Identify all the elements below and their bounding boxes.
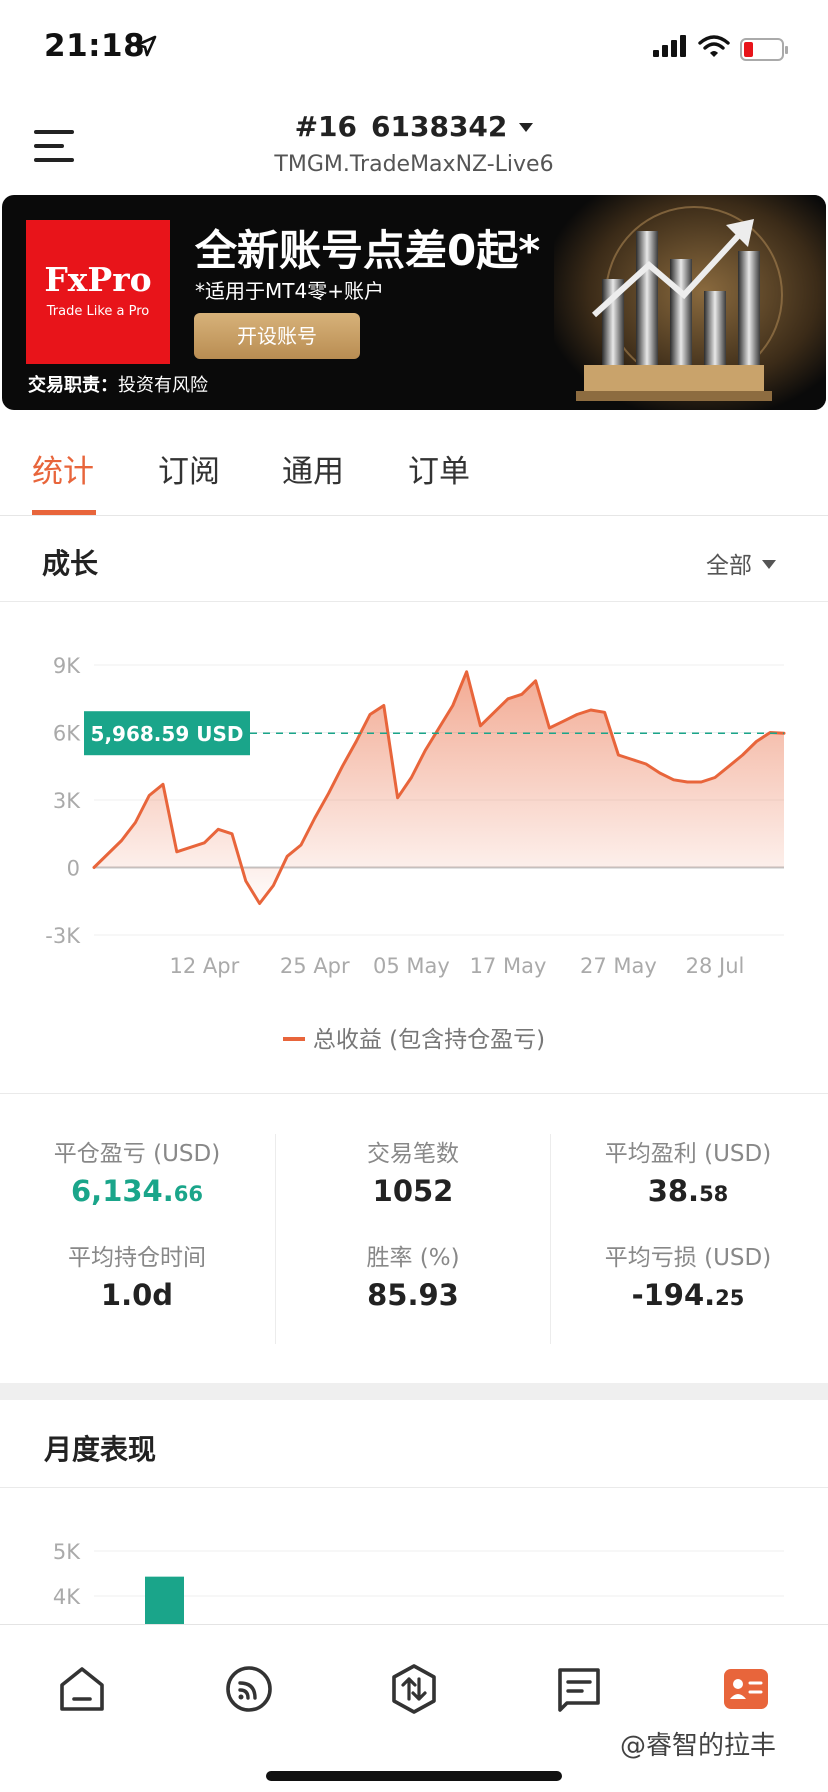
stat-label: 胜率 (%) <box>366 1245 460 1271</box>
profile-card-icon <box>724 1669 768 1709</box>
account-number: #16 <box>294 110 358 143</box>
range-value: 全部 <box>706 553 752 579</box>
nav-messages[interactable] <box>551 1661 607 1717</box>
ad-subline: *适用于MT4零+账户 <box>195 279 384 303</box>
legend-swatch <box>282 1036 305 1041</box>
y-tick-label: -3K <box>45 924 81 948</box>
stat-value-main: 38. <box>647 1174 700 1208</box>
y-tick-label: 3K <box>53 789 81 813</box>
stat-label: 交易笔数 <box>367 1141 459 1167</box>
fxpro-logo: FxPro Trade Like a Pro <box>26 220 170 364</box>
stat-value-main: 1.0d <box>100 1278 174 1312</box>
stat-label: 平仓盈亏 (USD) <box>53 1141 221 1167</box>
y-tick-label: 5K <box>53 1540 81 1564</box>
avg-loss-value: -194.25 <box>551 1278 825 1342</box>
account-server: TMGM.TradeMaxNZ-Live6 <box>274 152 554 177</box>
tab-subscribe[interactable]: 订阅 <box>158 446 220 491</box>
battery-icon <box>740 38 788 61</box>
section-title: 成长 <box>42 547 99 580</box>
disclaimer-label: 交易职责： <box>28 375 118 396</box>
status-bar: 21:18 <box>0 0 828 100</box>
growth-header: 成长 全部 <box>0 516 828 602</box>
logo-tagline: Trade Like a Pro <box>46 304 150 319</box>
x-tick-label: 27 May <box>580 954 657 978</box>
monthly-chart: 5K 4K <box>0 1489 828 1624</box>
x-tick-label: 05 May <box>373 954 450 978</box>
stat-value-main: 85.93 <box>367 1278 459 1312</box>
home-indicator[interactable] <box>266 1771 562 1781</box>
monthly-chart-svg: 5K 4K <box>53 1540 784 1624</box>
y-tick-label: 6K <box>53 722 81 746</box>
current-value-label: 5,968.59 USD <box>91 722 244 746</box>
y-tick-label: 4K <box>53 1585 81 1609</box>
tab-statistics[interactable]: 统计 <box>32 446 94 491</box>
stat-value-decimal: 25 <box>715 1286 745 1310</box>
stat-label: 平均亏损 (USD) <box>604 1245 772 1271</box>
bottom-nav: @睿智的拉丰 <box>0 1624 828 1792</box>
stat-value-main: -194. <box>631 1278 716 1312</box>
menu-icon-line <box>34 144 64 148</box>
y-tick-label: 9K <box>53 654 81 678</box>
account-selector[interactable]: #16 6138342 <box>0 110 828 143</box>
nav-profile[interactable] <box>718 1661 774 1717</box>
ad-headline: 全新账号点差0起* <box>195 226 541 275</box>
stat-value-main: 6,134. <box>71 1174 174 1208</box>
watermark: @睿智的拉丰 <box>620 1731 777 1761</box>
x-tick-label: 12 Apr <box>170 954 240 978</box>
location-arrow-icon <box>135 35 157 57</box>
growth-chart-svg: 9K 6K 3K 0 -3K 12 Apr 25 Apr 05 May 17 May 27 May… <box>45 654 786 978</box>
trade-icon <box>392 1664 436 1714</box>
disclaimer-text: 投资有风险 <box>118 375 208 396</box>
app-header: #16 6138342 TMGM.TradeMaxNZ-Live6 <box>0 100 828 194</box>
nav-feed[interactable] <box>221 1661 277 1717</box>
nav-home[interactable] <box>54 1661 110 1717</box>
closed-pnl-value: 6,134.66 <box>0 1174 274 1238</box>
stats-column-middle: 交易笔数 1052 胜率 (%) 85.93 <box>276 1134 550 1342</box>
monthly-header: 月度表现 <box>0 1400 828 1488</box>
home-icon <box>60 1667 104 1711</box>
stats-column-right: 平均盈利 (USD) 38.58 平均亏损 (USD) -194.25 <box>551 1134 825 1342</box>
tab-orders[interactable]: 订单 <box>408 446 470 491</box>
status-time: 21:18 <box>44 28 146 64</box>
y-tick-label: 0 <box>67 857 80 881</box>
stat-value-main: 1052 <box>372 1174 454 1208</box>
active-tab-indicator <box>32 510 96 515</box>
stats-column-left: 平仓盈亏 (USD) 6,134.66 平均持仓时间 1.0d <box>0 1134 274 1342</box>
avg-profit-value: 38.58 <box>551 1174 825 1238</box>
wifi-icon <box>698 35 730 57</box>
range-dropdown[interactable]: 全部 <box>706 546 776 580</box>
x-tick-label: 28 Jul <box>686 954 745 978</box>
signal-feed-icon <box>226 1666 272 1712</box>
x-tick-label: 17 May <box>470 954 547 978</box>
chart-legend: 总收益 (包含持仓盈亏) <box>0 1020 828 1054</box>
monthly-bar <box>145 1576 184 1624</box>
caret-down-icon <box>762 560 776 569</box>
avg-hold-time-value: 1.0d <box>0 1278 274 1342</box>
account-id: 6138342 <box>371 110 508 143</box>
nav-trade[interactable] <box>386 1661 442 1717</box>
win-rate-value: 85.93 <box>276 1278 550 1342</box>
caret-down-icon <box>519 123 534 132</box>
tab-bar: 统计 订阅 通用 订单 <box>0 410 828 516</box>
stat-label: 平均盈利 (USD) <box>604 1141 772 1167</box>
open-account-button[interactable]: 开设账号 <box>194 313 360 359</box>
x-tick-label: 25 Apr <box>280 954 350 978</box>
stat-label: 平均持仓时间 <box>68 1245 206 1271</box>
ad-disclaimer: 交易职责：投资有风险 <box>28 371 208 397</box>
section-divider <box>0 1383 828 1400</box>
legend-label: 总收益 (包含持仓盈亏) <box>312 1027 546 1053</box>
cellular-signal-icon <box>653 35 686 57</box>
bar-chart-art-icon <box>554 195 826 410</box>
stats-panel: 平仓盈亏 (USD) 6,134.66 平均持仓时间 1.0d 交易笔数 105… <box>0 1093 828 1383</box>
logo-text: FxPro <box>44 260 152 299</box>
stat-value-decimal: 66 <box>173 1182 203 1206</box>
chat-icon <box>558 1668 600 1712</box>
series-area <box>94 671 784 904</box>
section-title: 月度表现 <box>44 1433 157 1466</box>
trade-count-value: 1052 <box>276 1174 550 1238</box>
ad-banner[interactable]: FxPro Trade Like a Pro 全新账号点差0起* *适用于MT4… <box>2 195 826 410</box>
tab-general[interactable]: 通用 <box>282 446 344 491</box>
stat-value-decimal: 58 <box>699 1182 729 1206</box>
